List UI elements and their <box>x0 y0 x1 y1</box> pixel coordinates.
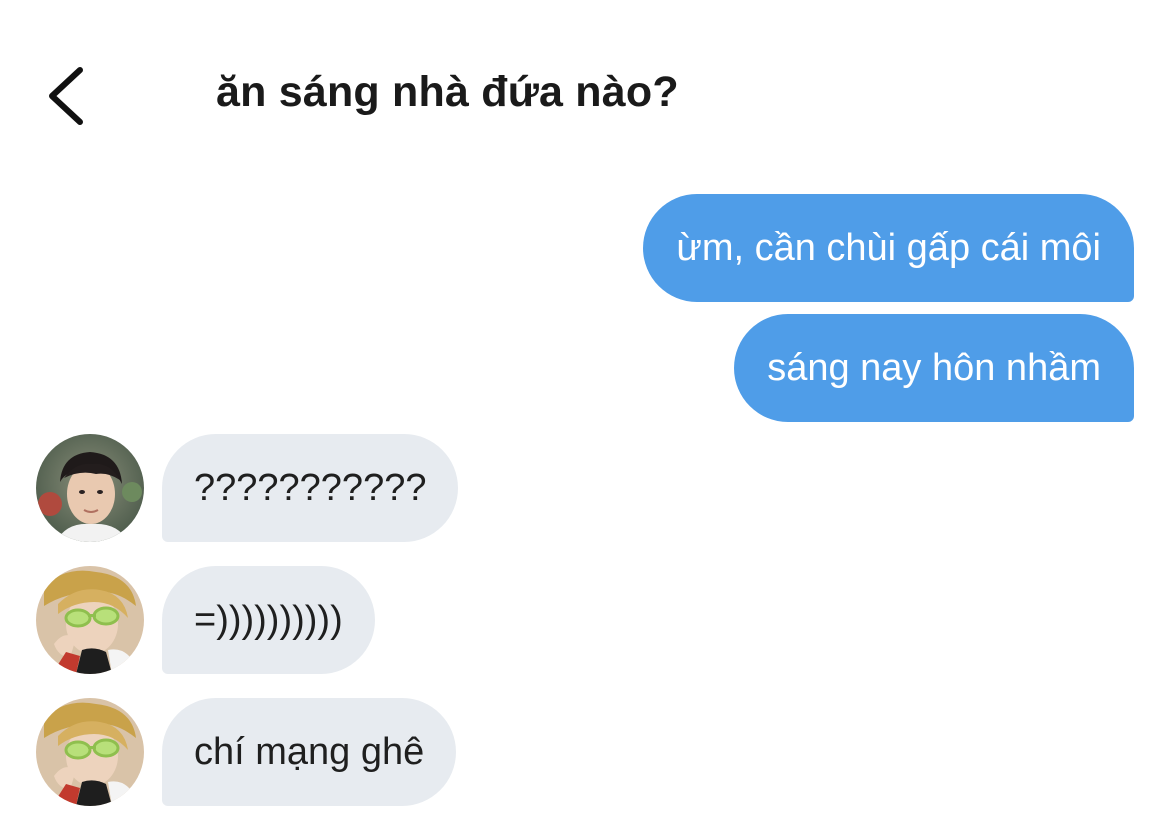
message-list: ừm, cần chùi gấp cái môi sáng nay hôn nh… <box>0 0 1170 827</box>
avatar[interactable] <box>36 434 144 542</box>
message-bubble-incoming[interactable]: chí mạng ghê <box>162 698 457 806</box>
message-text: ??????????? <box>194 466 427 509</box>
message-bubble-incoming[interactable]: =)))))))))) <box>162 566 375 674</box>
message-bubble-incoming[interactable]: ??????????? <box>162 434 459 542</box>
message-text: sáng nay hôn nhầm <box>767 346 1101 389</box>
message-text: ừm, cần chùi gấp cái môi <box>676 226 1101 269</box>
avatar[interactable] <box>36 698 144 806</box>
message-bubble-outgoing[interactable]: sáng nay hôn nhầm <box>734 314 1134 422</box>
avatar[interactable] <box>36 566 144 674</box>
message-text: chí mạng ghê <box>194 730 425 773</box>
message-bubble-outgoing[interactable]: ừm, cần chùi gấp cái môi <box>643 194 1134 302</box>
message-text: =)))))))))) <box>194 598 343 641</box>
